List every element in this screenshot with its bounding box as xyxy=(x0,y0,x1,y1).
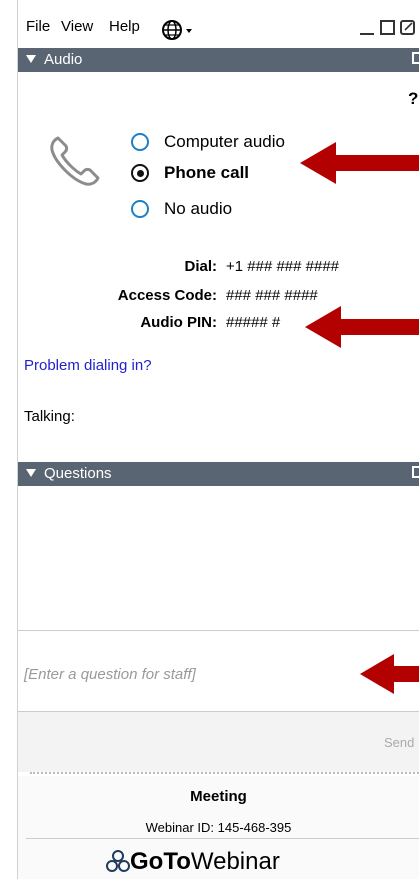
questions-section-header[interactable]: Questions xyxy=(18,462,419,486)
popout-icon[interactable] xyxy=(412,466,419,478)
brand-name: GoToWebinar xyxy=(130,848,280,876)
control-panel: File View Help Audio ? Computer audio Ph… xyxy=(0,0,419,879)
collapse-triangle-icon[interactable] xyxy=(26,55,36,63)
popout-icon[interactable] xyxy=(400,20,415,35)
meeting-title: Meeting xyxy=(190,788,247,805)
audio-pin-value: ##### # xyxy=(226,314,281,331)
annotation-arrow-icon xyxy=(305,306,419,348)
help-button[interactable]: ? xyxy=(408,89,418,109)
menu-bar: File View Help xyxy=(18,10,419,44)
dial-label: Dial: xyxy=(184,258,217,275)
window-controls xyxy=(358,16,419,44)
maximize-icon[interactable] xyxy=(380,20,395,35)
resize-handle[interactable] xyxy=(30,772,419,774)
talking-label: Talking: xyxy=(24,408,75,425)
popout-icon[interactable] xyxy=(412,52,419,64)
webinar-id: Webinar ID: 145-468-395 xyxy=(145,820,292,835)
radio-label: Computer audio xyxy=(164,132,285,151)
brand-go: GoTo xyxy=(130,848,191,875)
radio-label: Phone call xyxy=(164,163,250,182)
radio-label: No audio xyxy=(164,199,233,218)
brand-rest: Webinar xyxy=(190,848,280,875)
annotation-arrow-icon xyxy=(300,142,419,184)
gotowebinar-logo-icon xyxy=(106,850,130,879)
menu-view[interactable]: View xyxy=(61,18,93,35)
access-code-label: Access Code: xyxy=(117,287,217,304)
audio-pin-label: Audio PIN: xyxy=(140,314,217,331)
collapse-triangle-icon[interactable] xyxy=(26,469,36,477)
radio-button[interactable] xyxy=(131,164,149,182)
menu-help[interactable]: Help xyxy=(109,18,140,35)
dial-value: +1 ### ### #### xyxy=(226,258,340,275)
divider xyxy=(26,838,419,839)
menu-file[interactable]: File xyxy=(26,18,50,35)
questions-header-title: Questions xyxy=(44,465,112,482)
question-input[interactable]: [Enter a question for staff] xyxy=(24,666,196,683)
radio-button[interactable] xyxy=(131,200,149,218)
annotation-arrow-icon xyxy=(360,654,419,694)
radio-button[interactable] xyxy=(131,133,149,151)
access-code-value: ### ### #### xyxy=(226,287,318,304)
globe-icon[interactable] xyxy=(162,20,198,44)
divider xyxy=(18,630,419,631)
send-bar xyxy=(18,712,419,772)
phone-icon xyxy=(46,132,104,195)
problem-dialing-link[interactable]: Problem dialing in? xyxy=(24,357,152,374)
send-button[interactable]: Send xyxy=(384,735,414,750)
audio-header-title: Audio xyxy=(44,51,83,68)
audio-section-header[interactable]: Audio xyxy=(18,48,419,72)
